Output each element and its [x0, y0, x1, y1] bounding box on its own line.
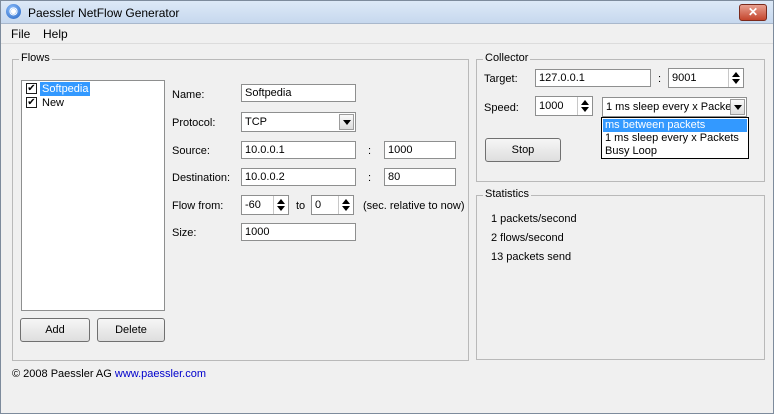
target-port-separator: :: [658, 73, 662, 85]
paessler-link[interactable]: www.paessler.com: [115, 368, 206, 380]
app-logo-icon: ◉: [6, 4, 21, 19]
flow-label: Softpedia: [40, 82, 91, 96]
speed-stepper[interactable]: 1000: [535, 96, 593, 116]
stop-button[interactable]: Stop: [485, 138, 561, 162]
footer: © 2008 Paessler AG www.paessler.com: [12, 368, 206, 380]
flow-label: New: [42, 97, 65, 109]
source-port-field[interactable]: 1000: [384, 141, 456, 159]
flow-from-value: -60: [245, 199, 261, 211]
to-label: to: [296, 200, 306, 212]
target-label: Target:: [484, 73, 518, 85]
speed-mode-dropdown[interactable]: ms between packets 1 ms sleep every x Pa…: [601, 117, 749, 159]
delete-button[interactable]: Delete: [97, 318, 165, 342]
spin-arrows-icon[interactable]: [577, 97, 592, 115]
source-ip-field[interactable]: 10.0.0.1: [241, 141, 356, 159]
list-item[interactable]: ✔ New: [24, 96, 162, 110]
target-ip-field[interactable]: 127.0.0.1: [535, 69, 651, 87]
close-icon: ✕: [747, 5, 759, 19]
chevron-down-icon[interactable]: [339, 114, 354, 130]
add-button[interactable]: Add: [20, 318, 90, 342]
destination-port-field[interactable]: 80: [384, 168, 456, 186]
protocol-value: TCP: [245, 116, 267, 128]
app-window: ◉ Paessler NetFlow Generator ✕ File Help…: [0, 0, 774, 414]
check-icon: ✔: [27, 97, 36, 108]
source-port-separator: :: [368, 145, 372, 157]
chevron-down-icon[interactable]: [730, 99, 745, 115]
flow-checkbox[interactable]: ✔: [26, 83, 37, 94]
flow-to-stepper[interactable]: 0: [311, 195, 354, 215]
name-label: Name:: [172, 89, 205, 101]
close-button[interactable]: ✕: [739, 4, 767, 21]
packets-per-second: 1 packets/second: [491, 213, 577, 225]
flows-list[interactable]: ✔ Softpedia ✔ New: [21, 80, 165, 311]
target-port-stepper[interactable]: 9001: [668, 68, 744, 88]
menu-help[interactable]: Help: [43, 27, 68, 41]
statistics-legend: Statistics: [483, 188, 532, 200]
speed-mode-value: 1 ms sleep every x Packe: [606, 101, 730, 113]
destination-port-separator: :: [368, 172, 372, 184]
flows-group: Flows ✔ Softpedia ✔ New Add Delete Name:…: [12, 52, 469, 361]
target-port-value: 9001: [672, 72, 697, 84]
protocol-label: Protocol:: [172, 117, 216, 129]
speed-mode-select[interactable]: 1 ms sleep every x Packe: [602, 97, 747, 117]
speed-label: Speed:: [484, 102, 519, 114]
source-label: Source:: [172, 145, 210, 157]
list-item[interactable]: ✔ Softpedia: [24, 82, 162, 96]
destination-label: Destination:: [172, 172, 231, 184]
statistics-group: Statistics 1 packets/second 2 flows/seco…: [476, 188, 765, 360]
title-bar[interactable]: ◉ Paessler NetFlow Generator ✕: [1, 1, 773, 24]
flows-per-second: 2 flows/second: [491, 232, 564, 244]
menu-file[interactable]: File: [11, 27, 30, 41]
flow-checkbox[interactable]: ✔: [26, 97, 37, 108]
packets-sent: 13 packets send: [491, 251, 572, 263]
dropdown-option[interactable]: ms between packets: [603, 119, 747, 132]
flow-from-label: Flow from:: [172, 200, 224, 212]
spin-arrows-icon[interactable]: [273, 196, 288, 214]
dropdown-option[interactable]: Busy Loop: [603, 145, 747, 158]
flow-from-stepper[interactable]: -60: [241, 195, 289, 215]
flows-legend: Flows: [19, 52, 52, 64]
size-label: Size:: [172, 227, 197, 239]
name-field[interactable]: Softpedia: [241, 84, 356, 102]
spin-arrows-icon[interactable]: [338, 196, 353, 214]
dropdown-option[interactable]: 1 ms sleep every x Packets: [603, 132, 747, 145]
window-title: Paessler NetFlow Generator: [28, 6, 180, 20]
size-field[interactable]: 1000: [241, 223, 356, 241]
speed-value: 1000: [539, 100, 564, 112]
copyright-text: © 2008 Paessler AG: [12, 368, 112, 380]
menu-bar: File Help: [1, 24, 773, 44]
spin-arrows-icon[interactable]: [728, 69, 743, 87]
protocol-select[interactable]: TCP: [241, 112, 356, 132]
destination-ip-field[interactable]: 10.0.0.2: [241, 168, 356, 186]
check-icon: ✔: [27, 83, 36, 94]
collector-legend: Collector: [483, 52, 531, 64]
flow-to-value: 0: [315, 199, 322, 211]
relative-note: (sec. relative to now): [363, 200, 465, 212]
